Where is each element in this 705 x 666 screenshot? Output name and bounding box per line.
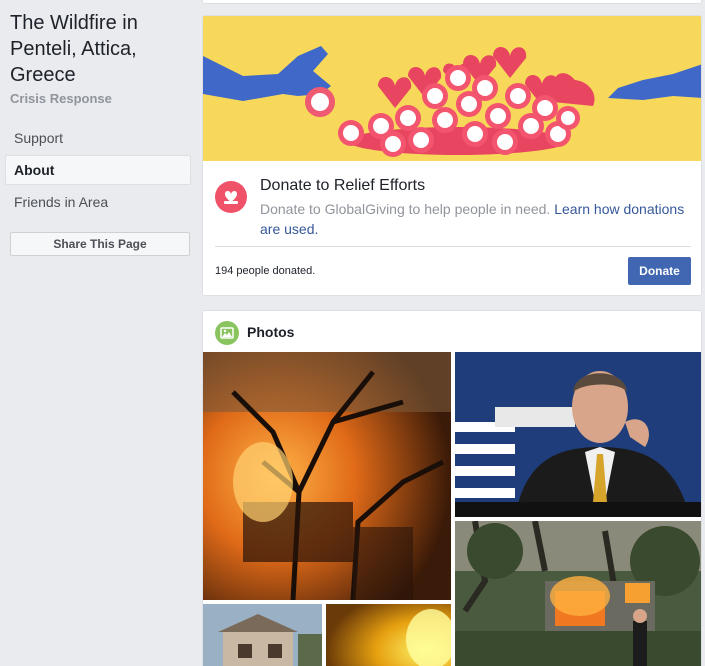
page-title[interactable]: The Wildfire in Penteli, Attica, Greece	[10, 10, 190, 88]
hands-hearts-illustration	[203, 16, 701, 161]
donate-description-text: Donate to GlobalGiving to help people in…	[260, 201, 551, 217]
heart-donate-icon	[215, 181, 247, 213]
photo-official-press-conference[interactable]	[455, 352, 701, 517]
donate-button[interactable]: Donate	[628, 257, 691, 285]
donate-description: Donate to GlobalGiving to help people in…	[260, 199, 700, 239]
sidebar-item-support[interactable]: Support	[5, 123, 191, 153]
photo-fire-house[interactable]	[203, 352, 451, 600]
divider	[215, 246, 691, 247]
share-page-button[interactable]: Share This Page	[10, 232, 190, 256]
photo-flames[interactable]	[326, 604, 451, 666]
donated-count: 194 people donated.	[215, 265, 316, 277]
photo-damaged-house[interactable]	[203, 604, 322, 666]
previous-card-edge	[202, 0, 702, 4]
photos-title[interactable]: Photos	[247, 324, 294, 340]
sidebar-item-friends-in-area[interactable]: Friends in Area	[5, 187, 191, 217]
photos-card: Photos	[202, 310, 702, 666]
sidebar-item-about[interactable]: About	[5, 155, 191, 185]
page-category[interactable]: Crisis Response	[10, 91, 112, 106]
left-sidebar: The Wildfire in Penteli, Attica, Greece …	[0, 0, 196, 666]
donate-card: Donate to Relief Efforts Donate to Globa…	[202, 15, 702, 296]
photos-icon	[215, 321, 239, 345]
donate-title: Donate to Relief Efforts	[260, 177, 426, 194]
photo-burning-building[interactable]	[455, 521, 701, 666]
donation-banner-image	[203, 16, 701, 161]
